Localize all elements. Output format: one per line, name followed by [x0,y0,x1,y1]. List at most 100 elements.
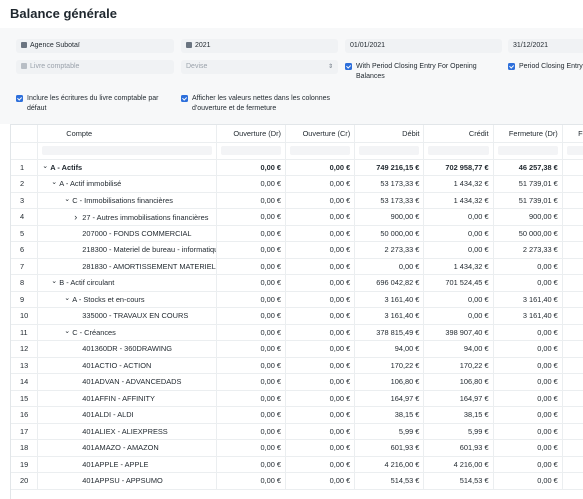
filter-cell-debit[interactable] [354,142,425,160]
account-cell[interactable]: 335000 - TRAVAUX EN COURS [37,307,217,325]
company-field[interactable]: Agence Subotaï [16,39,174,53]
filter-cell-closing-cr[interactable] [562,142,583,160]
closing-dr-cell: 50 000,00 € [493,225,563,242]
table-row[interactable]: 7 281830 - AMORTISSEMENT MATERIEL 0,00 €0,… [11,258,583,275]
table-row[interactable]: 4 › 27 - Autres immobilisations financière… [11,208,583,226]
fiscal-year-field[interactable]: 2021 [181,39,338,53]
column-filter-input[interactable] [428,146,489,155]
filter-cell-opening-cr[interactable] [285,142,356,160]
table-row[interactable]: 2 ⌄ A - Actif immobilisé 0,00 €0,00 €53 173… [11,175,583,193]
account-cell[interactable]: 281830 - AMORTISSEMENT MATERIEL [37,258,217,275]
filter-cell-credit[interactable] [423,142,494,160]
credit-cell: 170,22 € [423,357,494,374]
column-filter-input[interactable] [42,146,212,155]
account-name: 401APPLE - APPLE [82,459,149,469]
opening-dr-cell: 0,00 € [216,225,287,242]
filter-cell-opening-dr[interactable] [216,142,287,160]
closing-cr-cell: 5 481,63 € [562,274,583,292]
table-row[interactable]: 16 401ALDI - ALDI 0,00 €0,00 €38,15 €38,15… [11,406,583,424]
table-row[interactable]: 18 401AMAZO - AMAZON 0,00 €0,00 €601,93 €6… [11,439,583,457]
table-row[interactable]: 17 401ALIEX - ALIEXPRESS 0,00 €0,00 €5,99 … [11,423,583,440]
account-cell[interactable]: ⌄ B - Actif circulant [37,274,217,292]
column-filter-input[interactable] [290,146,351,155]
col-header-debit[interactable]: Débit [354,125,425,143]
closing-dr-cell: 0,00 € [493,357,563,374]
table-row[interactable]: 11 ⌄ C - Créances 0,00 €0,00 €378 815,49 €3… [11,324,583,341]
to-date-field[interactable]: 31/12/2021 [508,39,583,53]
row-index: 9 [11,291,39,308]
currency-select[interactable]: Devise ⇕ [181,60,338,74]
account-name: A - Stocks et en-cours [72,294,145,304]
table-row[interactable]: 5 207000 - FONDS COMMERCIAL 0,00 €0,00 €50… [11,225,583,242]
account-cell[interactable]: ⌄ A - Actifs [37,159,217,176]
table-row[interactable]: 9 ⌄ A - Stocks et en-cours 0,00 €0,00 €3 16… [11,291,583,308]
account-cell[interactable]: ⌄ A - Stocks et en-cours [37,291,217,308]
chevron-down-icon[interactable]: ⌄ [51,277,59,285]
account-cell[interactable]: ⌄ C - Immobilisations financières [37,192,217,209]
filter-cell-account[interactable] [37,142,217,160]
period-closing-opening-checkbox[interactable]: With Period Closing Entry For Opening Ba… [345,62,503,82]
account-cell[interactable]: ⌄ C - Créances [37,324,217,341]
chevron-down-icon[interactable]: ⌄ [42,162,50,170]
account-cell[interactable]: 207000 - FONDS COMMERCIAL [37,225,217,242]
column-filter-input[interactable] [359,146,420,155]
col-header-opening-cr[interactable]: Ouverture (Cr) [285,125,356,143]
finance-book-field[interactable]: Livre comptable [16,60,174,74]
col-header-closing-cr[interactable]: Fermeture (Cr) [562,125,583,143]
account-cell[interactable]: 218300 - Materiel de bureau - informatiq… [37,241,217,259]
account-cell[interactable]: 401AMAZO - AMAZON [37,439,217,457]
row-index: 12 [11,340,39,358]
account-cell[interactable]: 401APPSU - APPSUMO [37,472,217,490]
opening-cr-cell: 0,00 € [285,192,356,209]
account-name: A - Actifs [50,162,83,172]
table-row[interactable]: 1 ⌄ A - Actifs 0,00 €0,00 €749 216,15 €702 … [11,159,583,176]
row-index: 17 [11,423,39,440]
show-net-values-checkbox[interactable]: Afficher les valeurs nettes dans les col… [181,94,346,114]
account-cell[interactable]: 401ALIEX - ALIEXPRESS [37,423,217,440]
table-row[interactable]: 13 401ACTIO - ACTION 0,00 €0,00 €170,22 €1… [11,357,583,374]
account-cell[interactable]: 401AFFIN - AFFINITY [37,390,217,407]
account-cell[interactable]: 401ADVAN - ADVANCEDADS [37,373,217,391]
opening-cr-cell: 0,00 € [285,225,356,242]
table-row[interactable]: 14 401ADVAN - ADVANCEDADS 0,00 €0,00 €106,… [11,373,583,391]
chevron-down-icon[interactable]: ⌄ [64,327,72,335]
include-default-book-checkbox[interactable]: Inclure les écritures du livre comptable… [16,94,174,114]
table-row[interactable]: 3 ⌄ C - Immobilisations financières 0,00 €0… [11,192,583,209]
account-cell[interactable]: 401360DR - 360DRAWING [37,340,217,358]
account-name: 401ALIEX - ALIEXPRESS [82,426,168,436]
chevron-down-icon[interactable]: ⌄ [64,294,72,302]
table-row[interactable]: 6 218300 - Materiel de bureau - informati… [11,241,583,259]
table-row[interactable]: 15 401AFFIN - AFFINITY 0,00 €0,00 €164,97 … [11,390,583,407]
table-row[interactable]: 8 ⌄ B - Actif circulant 0,00 €0,00 €696 042… [11,274,583,292]
account-cell[interactable]: 401ALDI - ALDI [37,406,217,424]
debit-cell: 106,80 € [354,373,425,391]
col-header-account[interactable]: Compte [37,125,217,143]
from-date-field[interactable]: 01/01/2021 [345,39,502,53]
col-header-closing-dr[interactable]: Fermeture (Dr) [493,125,563,143]
credit-cell: 702 958,77 € [423,159,494,176]
account-cell[interactable]: 401ACTIO - ACTION [37,357,217,374]
chevron-down-icon[interactable]: ⌄ [51,178,59,186]
table-row[interactable]: 10 335000 - TRAVAUX EN COURS 0,00 €0,00 €3… [11,307,583,325]
column-filter-input[interactable] [220,146,282,155]
debit-cell: 4 216,00 € [354,456,425,473]
opening-dr-cell: 0,00 € [216,241,287,259]
col-header-opening-dr[interactable]: Ouverture (Dr) [216,125,287,143]
closing-cr-cell: 1 434,32 € [562,258,583,275]
row-index: 13 [11,357,39,374]
col-header-credit[interactable]: Crédit [423,125,494,143]
table-row[interactable]: 12 401360DR - 360DRAWING 0,00 €0,00 €94,00… [11,340,583,358]
chevron-down-icon[interactable]: ⌄ [64,195,72,203]
row-index: 11 [11,324,39,341]
account-cell[interactable]: › 27 - Autres immobilisations financières [37,208,217,226]
debit-cell: 170,22 € [354,357,425,374]
table-row[interactable]: 19 401APPLE - APPLE 0,00 €0,00 €4 216,00 €… [11,456,583,473]
opening-cr-cell: 0,00 € [285,324,356,341]
column-filter-input[interactable] [566,146,583,155]
period-closing-checkbox[interactable]: Period Closing Entry [508,62,583,72]
filter-cell-closing-dr[interactable] [493,142,563,160]
account-cell[interactable]: 401APPLE - APPLE [37,456,217,473]
account-cell[interactable]: ⌄ A - Actif immobilisé [37,175,217,193]
table-row[interactable]: 20 401APPSU - APPSUMO 0,00 €0,00 €514,53 €… [11,472,583,490]
column-filter-input[interactable] [497,146,558,155]
